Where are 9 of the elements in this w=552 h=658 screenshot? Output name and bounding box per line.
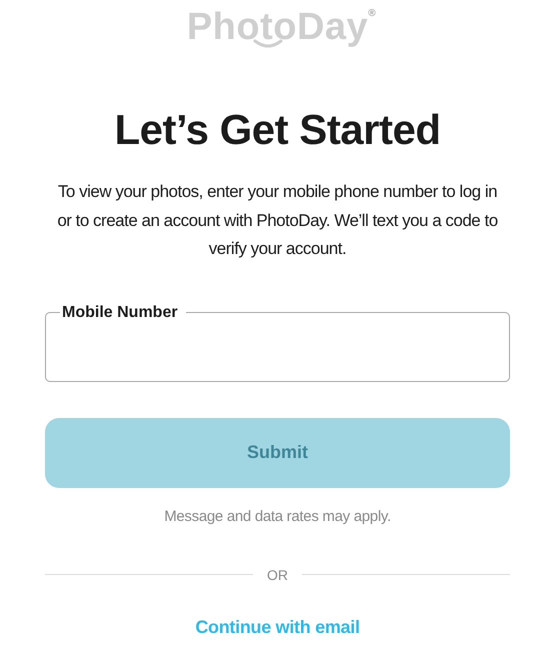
or-divider-text: OR [267,566,288,582]
smile-icon [252,39,283,49]
field-label: Mobile Number [61,304,179,322]
continue-with-email-link[interactable]: Continue with email [195,616,360,638]
page-title: Let’s Get Started [114,106,441,154]
rates-note: Message and data rates may apply. [164,508,391,524]
intro-text: To view your photos, enter your mobile phone number to log in or to create an account with PhotoDay. We’ll text you a code to verify your account. [56,181,499,260]
registered-mark: ® [368,8,376,19]
mobile-number-field[interactable]: Mobile Number [45,304,510,382]
